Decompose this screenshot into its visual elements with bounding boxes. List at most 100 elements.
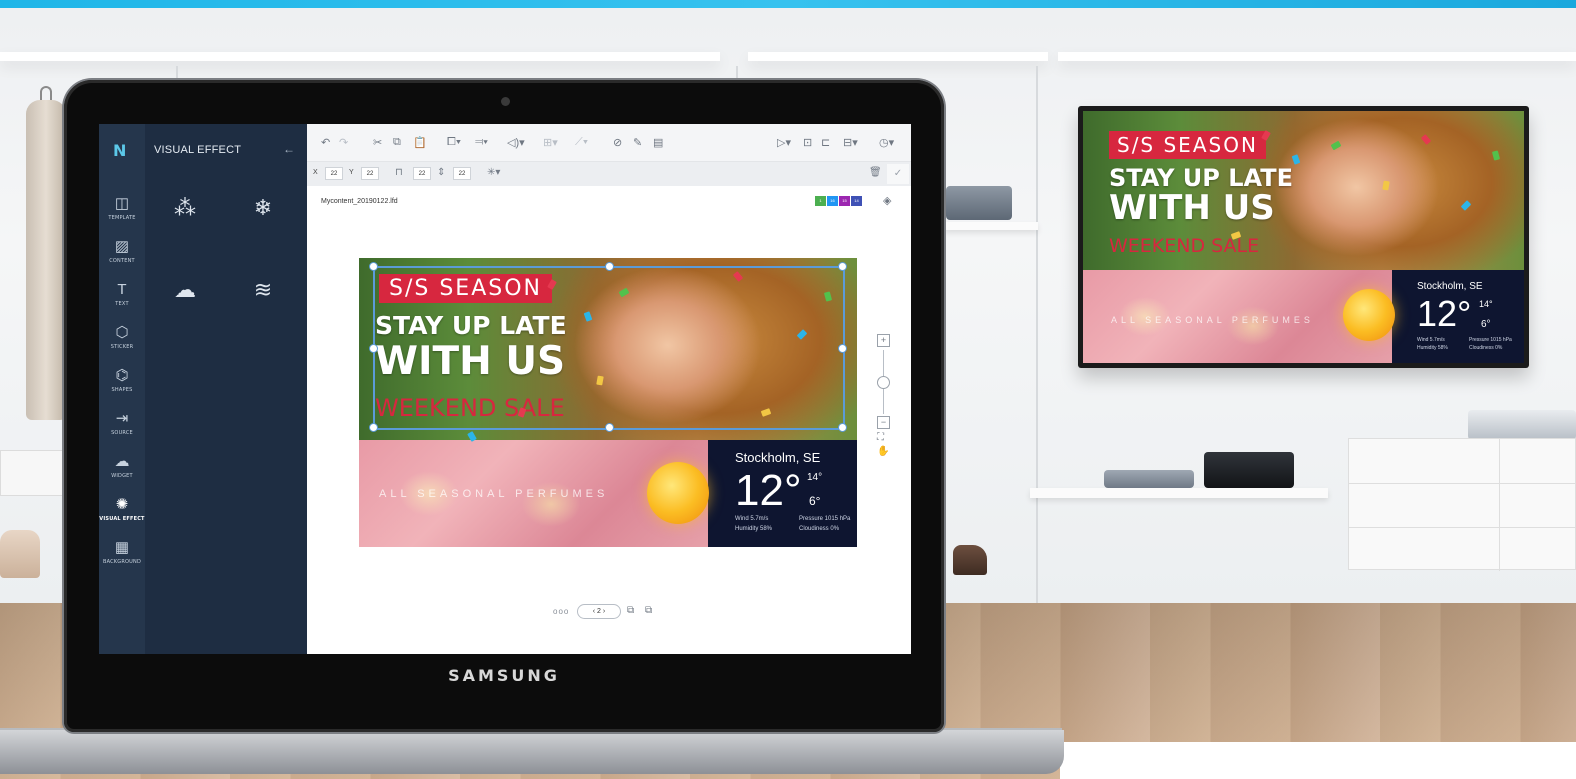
ceiling-light <box>0 52 720 61</box>
rail-item-background[interactable]: ▦ BACKGROUND <box>99 538 145 580</box>
content-icon: ▨ <box>114 238 130 255</box>
weather-city: Stockholm, SE <box>1417 281 1483 292</box>
perfume-caption[interactable]: ALL SEASONAL PERFUMES <box>379 488 608 500</box>
rail-item-sticker[interactable]: ⬡ STICKER <box>99 323 145 365</box>
boot <box>953 545 987 575</box>
season-badge: S/S SEASON <box>1109 131 1266 159</box>
wall-signage: S/S SEASON STAY UP LATE WITH US WEEKEND … <box>1083 111 1524 363</box>
clock-icon[interactable]: ◷▾ <box>879 136 894 149</box>
hand-pan-icon[interactable]: ✋ <box>877 446 889 457</box>
fit-screen-icon[interactable]: ⛶ <box>877 432 884 443</box>
paste-icon[interactable]: 📋 <box>413 136 427 149</box>
trash-icon[interactable]: 🗑 <box>869 167 882 178</box>
rail-item-label: STICKER <box>110 344 134 350</box>
page-list-icon[interactable]: ooo <box>553 607 569 616</box>
resize-handle[interactable] <box>369 344 378 353</box>
redo-icon[interactable]: ↷ <box>339 136 348 149</box>
y-field[interactable]: 22 <box>361 167 379 180</box>
ceiling-light <box>748 52 1048 61</box>
heat-effect-icon[interactable]: ≋ <box>243 272 283 308</box>
zoom-in-button[interactable]: + <box>877 334 890 347</box>
weather-temperature: 12° <box>1417 293 1472 334</box>
rail-item-label: SHAPES <box>111 387 133 393</box>
confirm-icon[interactable]: ✓ <box>887 164 909 184</box>
page-chip[interactable]: 15 <box>839 196 850 206</box>
zoom-out-button[interactable]: − <box>877 416 890 429</box>
zoom-control: + − ⛶ ✋ <box>877 334 891 464</box>
resize-handle[interactable] <box>605 423 614 432</box>
resize-handle[interactable] <box>605 262 614 271</box>
brush-icon[interactable]: ⟋▾ <box>575 136 588 149</box>
rail-item-label: SOURCE <box>111 430 133 436</box>
table-icon[interactable]: ▤ <box>653 136 663 149</box>
weather-high: 14° <box>1479 299 1493 309</box>
page-chip[interactable]: 1 <box>815 196 826 206</box>
add-page-icon[interactable]: ⧉ <box>627 605 634 616</box>
design-canvas[interactable]: S/S SEASON STAY UP LATE WITH US WEEKEND … <box>359 258 857 547</box>
rain-effect-icon[interactable]: ☁ <box>165 272 205 308</box>
snow-effect-icon[interactable]: ❄ <box>243 190 283 226</box>
headline-line-2: WITH US <box>1109 188 1275 228</box>
laptop-base <box>0 730 1064 774</box>
rail-item-source[interactable]: ⇥ SOURCE <box>99 409 145 451</box>
page-chip[interactable]: 16 <box>827 196 838 206</box>
rail-item-visual-effect[interactable]: ✺ VISUAL EFFECT <box>99 495 145 537</box>
webcam <box>501 97 510 106</box>
shoe <box>0 530 40 578</box>
back-arrow-icon[interactable]: ← <box>283 142 295 156</box>
volume-icon[interactable]: ◁)▾ <box>507 136 525 149</box>
wall-shelf <box>944 222 1038 230</box>
rail-item-template[interactable]: ◫ TEMPLATE <box>99 194 145 236</box>
new-file-icon[interactable]: ⊡ <box>803 136 812 149</box>
headline-line-1: STAY UP LATE <box>1109 164 1294 192</box>
resize-handle[interactable] <box>838 423 847 432</box>
duplicate-page-icon[interactable]: ⧉ <box>645 605 652 616</box>
weather-wind: Wind 5.7m/s <box>1417 337 1445 343</box>
edit-icon[interactable]: ✎ <box>633 136 642 149</box>
cut-icon[interactable]: ✂ <box>373 136 382 149</box>
crop-icon[interactable]: ⧠▾ <box>447 136 461 149</box>
layers-icon[interactable]: ◈ <box>883 194 891 207</box>
drawer-cabinet <box>1348 438 1576 571</box>
open-folder-icon[interactable]: ⊏ <box>821 136 830 149</box>
save-icon[interactable]: ⊟▾ <box>843 136 858 149</box>
grid-icon[interactable]: ⊞▾ <box>543 136 558 149</box>
rail-item-content[interactable]: ▨ CONTENT <box>99 237 145 279</box>
file-name: Mycontent_20190122.lfd <box>321 198 398 205</box>
confetti-effect-icon[interactable]: ⁂ <box>165 190 205 226</box>
resize-handle[interactable] <box>838 262 847 271</box>
rail-item-label: BACKGROUND <box>102 559 142 565</box>
next-page-icon[interactable]: › <box>603 608 605 615</box>
resize-handle[interactable] <box>838 344 847 353</box>
undo-icon[interactable]: ↶ <box>321 136 330 149</box>
visual-effect-panel: VISUAL EFFECT ← ⁂ ❄ ☁ ≋ <box>145 124 307 654</box>
main-toolbar: ↶ ↷ ✂ ⧉ 📋 ⧠▾ ⫤▾ ◁)▾ ⊞▾ ⟋▾ ⊘ ✎ ▤ ▷▾ ⊡ ⊏ ⊟… <box>307 124 911 162</box>
height-field[interactable]: 22 <box>453 167 471 180</box>
resize-handle[interactable] <box>369 423 378 432</box>
page-chip[interactable]: 14 <box>851 196 862 206</box>
zoom-slider-knob[interactable] <box>877 376 890 389</box>
effect-settings-icon[interactable]: ✳▾ <box>487 167 500 178</box>
perfume-caption: ALL SEASONAL PERFUMES <box>1111 315 1314 325</box>
copy-icon[interactable]: ⧉ <box>393 136 401 149</box>
width-field[interactable]: 22 <box>413 167 431 180</box>
laptop-screen: N ◫ TEMPLATE ▨ CONTENT T TEXT ⬡ STICKER … <box>99 124 911 654</box>
folded-clothes <box>1104 470 1194 488</box>
app-logo: N <box>113 141 127 160</box>
rail-item-text[interactable]: T TEXT <box>99 280 145 322</box>
property-bar: X 22 Y 22 ⊓ 22 ⇕ 22 ✳▾ 🗑 ✓ <box>307 162 911 186</box>
rail-item-shapes[interactable]: ⌬ SHAPES <box>99 366 145 408</box>
laptop-bezel: SAMSUNG N ◫ TEMPLATE ▨ CONTENT T TEXT ⬡ … <box>64 80 944 732</box>
page-stepper[interactable]: ‹ 2 › <box>577 604 621 619</box>
play-icon[interactable]: ▷▾ <box>777 136 791 149</box>
wall-divider <box>1036 66 1038 606</box>
resize-handle[interactable] <box>369 262 378 271</box>
link-icon[interactable]: ⊘ <box>613 136 622 149</box>
weather-temperature: 12° <box>735 466 802 515</box>
rail-item-label: WIDGET <box>111 473 133 479</box>
source-icon: ⇥ <box>115 410 129 427</box>
selection-box[interactable] <box>369 262 847 432</box>
align-icon[interactable]: ⫤▾ <box>475 136 488 149</box>
x-field[interactable]: 22 <box>325 167 343 180</box>
rail-item-widget[interactable]: ☁ WIDGET <box>99 452 145 494</box>
